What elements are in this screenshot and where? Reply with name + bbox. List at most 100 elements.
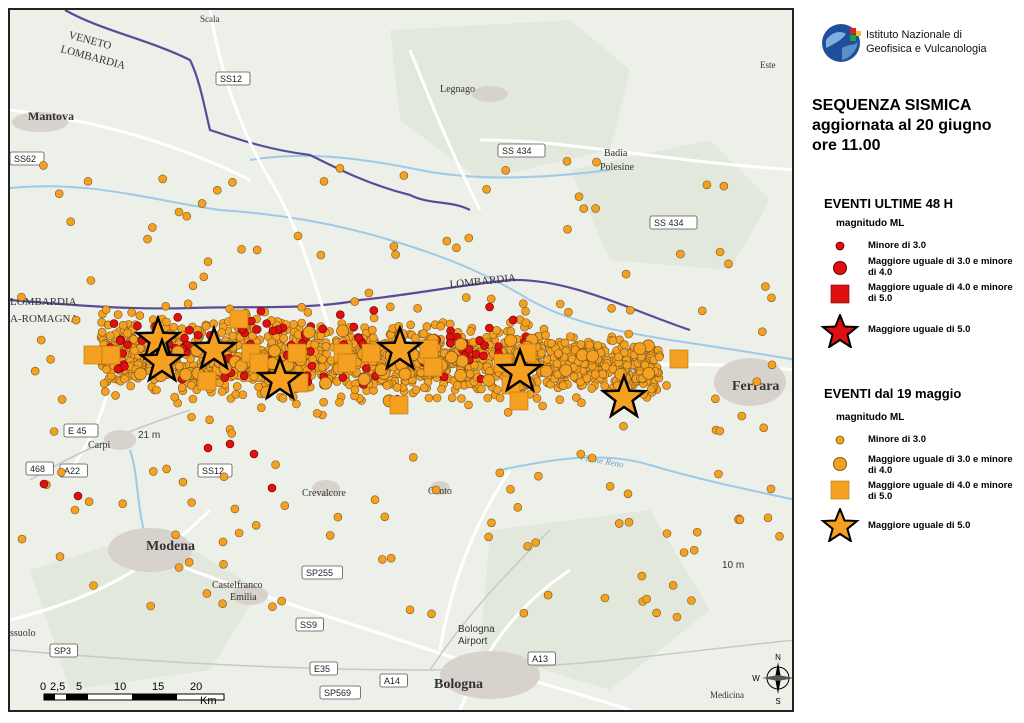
quake-marker[interactable] [672,612,682,622]
quake-marker[interactable] [590,369,600,379]
quake-marker[interactable] [130,346,139,356]
quake-marker[interactable] [187,380,196,390]
quake-marker[interactable] [391,250,400,259]
quake-marker[interactable] [600,381,610,391]
quake-marker[interactable] [39,161,48,170]
quake-marker[interactable] [506,326,516,336]
quake-marker[interactable] [89,581,98,590]
quake-marker[interactable] [607,303,616,313]
quake-marker[interactable] [133,321,142,331]
quake-marker[interactable] [219,559,228,569]
quake-marker[interactable] [465,369,475,379]
quake-marker[interactable] [546,338,556,348]
quake-marker[interactable] [336,324,350,338]
quake-marker[interactable] [446,338,455,348]
quake-marker[interactable] [585,340,594,350]
quake-marker[interactable] [464,400,473,410]
quake-marker[interactable] [162,464,171,474]
quake-marker[interactable] [325,531,335,540]
quake-marker[interactable] [504,334,518,348]
quake-marker[interactable] [118,320,128,330]
quake-marker[interactable] [262,319,272,328]
quake-marker[interactable] [608,336,618,346]
quake-marker-square[interactable] [249,353,269,373]
quake-marker[interactable] [692,527,702,537]
quake-marker[interactable] [558,381,568,391]
quake-marker[interactable] [380,512,390,522]
quake-marker[interactable] [424,393,434,403]
quake-marker[interactable] [437,384,446,394]
quake-marker[interactable] [431,485,441,495]
quake-marker[interactable] [652,608,661,618]
quake-marker[interactable] [57,467,66,477]
quake-marker[interactable] [579,204,589,213]
quake-marker[interactable] [508,315,518,325]
quake-marker[interactable] [30,366,40,376]
quake-marker-square[interactable] [229,309,249,329]
quake-marker[interactable] [268,344,281,358]
quake-marker[interactable] [370,495,380,505]
quake-marker[interactable] [702,180,712,190]
quake-marker[interactable] [182,211,192,221]
quake-marker[interactable] [113,310,123,319]
quake-marker[interactable] [464,233,474,243]
quake-marker-square[interactable] [337,353,357,373]
quake-marker-square[interactable] [389,395,409,415]
quake-marker[interactable] [637,571,647,581]
quake-marker[interactable] [70,505,80,515]
quake-marker[interactable] [382,381,392,390]
quake-marker[interactable] [321,342,331,351]
quake-marker[interactable] [560,338,570,348]
quake-marker[interactable] [105,331,115,341]
quake-marker[interactable] [118,499,127,509]
quake-marker[interactable] [115,336,125,346]
quake-marker[interactable] [521,306,530,316]
quake-marker[interactable] [228,331,238,341]
quake-marker[interactable] [54,189,64,198]
quake-marker[interactable] [621,269,631,279]
quake-marker[interactable] [123,340,132,350]
quake-marker[interactable] [471,349,481,359]
quake-marker[interactable] [408,452,418,462]
quake-marker[interactable] [170,392,179,402]
quake-marker[interactable] [392,383,402,392]
quake-marker[interactable] [187,498,196,507]
quake-marker[interactable] [127,308,136,317]
quake-marker[interactable] [99,379,109,388]
quake-marker[interactable] [541,330,550,340]
quake-marker[interactable] [218,537,228,547]
quake-marker[interactable] [101,305,111,315]
quake-marker[interactable] [149,467,158,476]
quake-marker[interactable] [495,468,505,478]
quake-marker[interactable] [280,501,290,511]
quake-marker[interactable] [364,288,374,298]
quake-marker[interactable] [687,596,696,605]
quake-marker[interactable] [486,294,496,304]
quake-marker[interactable] [679,548,689,557]
quake-marker[interactable] [737,411,747,421]
quake-marker[interactable] [484,323,494,333]
quake-marker[interactable] [445,350,458,364]
quake-marker[interactable] [227,429,236,438]
quake-marker[interactable] [386,553,396,563]
quake-marker[interactable] [251,520,261,530]
quake-marker[interactable] [442,236,452,246]
quake-marker[interactable] [218,599,227,609]
quake-marker[interactable] [563,225,572,234]
quake-marker[interactable] [268,602,277,612]
quake-marker[interactable] [454,368,468,382]
quake-marker[interactable] [97,327,107,337]
quake-marker[interactable] [531,538,541,547]
quake-marker[interactable] [146,601,155,611]
quake-marker[interactable] [335,397,344,407]
quake-marker[interactable] [555,395,565,405]
quake-marker[interactable] [57,395,67,404]
quake-marker[interactable] [202,589,212,598]
quake-marker[interactable] [582,374,592,383]
quake-marker[interactable] [349,322,359,332]
quake-marker[interactable] [17,292,26,302]
quake-marker[interactable] [419,383,429,393]
quake-marker[interactable] [257,403,266,413]
quake-marker[interactable] [454,337,468,351]
quake-marker[interactable] [457,394,466,403]
